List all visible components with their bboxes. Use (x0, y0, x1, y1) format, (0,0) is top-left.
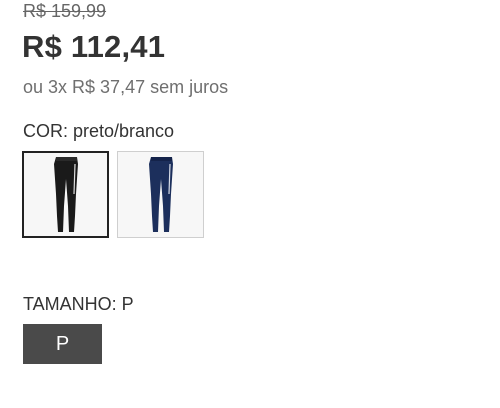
size-option-p[interactable]: P (23, 324, 102, 364)
navy-pants-image (148, 156, 173, 232)
current-price: R$ 112,41 (22, 29, 166, 64)
size-label: TAMANHO: P (23, 294, 134, 314)
black-pants-image (53, 156, 78, 232)
color-swatch-black[interactable] (22, 151, 109, 238)
installments-text: ou 3x R$ 37,47 sem juros (23, 77, 229, 97)
color-swatches (22, 151, 204, 238)
color-swatch-navy[interactable] (117, 151, 204, 238)
color-label: COR: preto/branco (23, 121, 175, 141)
old-price: R$ 159,99 (23, 1, 107, 21)
